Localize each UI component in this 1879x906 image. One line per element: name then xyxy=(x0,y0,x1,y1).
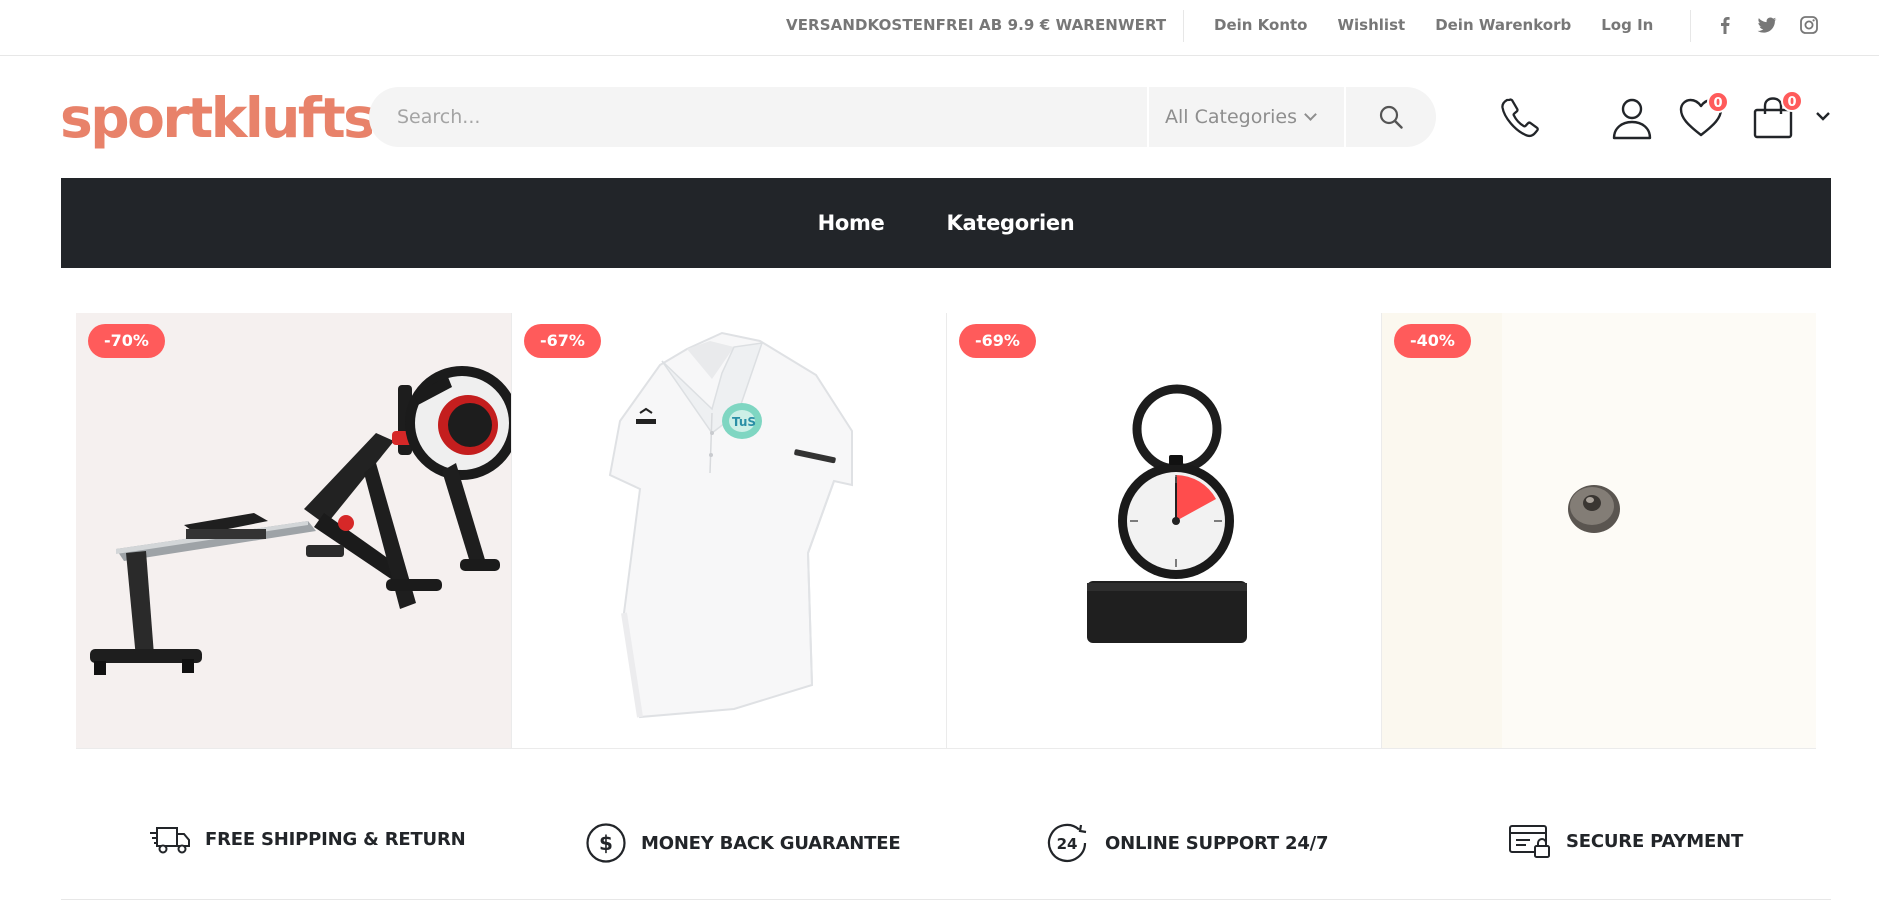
product-image-wrist-stopwatch[interactable] xyxy=(947,313,1381,748)
social-links xyxy=(1714,14,1820,36)
phone-icon[interactable] xyxy=(1498,95,1544,145)
cart-link[interactable]: Dein Warenkorb xyxy=(1435,16,1571,34)
divider xyxy=(1183,10,1184,42)
top-bar: VERSANDKOSTENFREI AB 9.9 € WARENWERT Dei… xyxy=(0,0,1879,56)
logo-text: sportkluftsh xyxy=(60,86,372,150)
service-label: MONEY BACK GUARANTEE xyxy=(641,832,901,854)
service-label: ONLINE SUPPORT 24/7 xyxy=(1105,832,1329,854)
product-image-rowing-machine[interactable] xyxy=(76,313,511,748)
service-item: FREE SHIPPING & RETURN xyxy=(149,822,466,856)
chevron-down-icon xyxy=(1304,107,1317,121)
divider xyxy=(1690,10,1691,42)
product-card[interactable]: -70% xyxy=(76,313,511,748)
nav-item-kategorien[interactable]: Kategorien xyxy=(947,211,1075,235)
service-label: SECURE PAYMENT xyxy=(1566,830,1744,852)
main-nav: Home Kategorien xyxy=(61,178,1831,268)
svg-text:$: $ xyxy=(599,831,613,855)
services-bar: FREE SHIPPING & RETURN $ MONEY BACK GUAR… xyxy=(61,810,1831,900)
wishlist-link[interactable]: Wishlist xyxy=(1338,16,1406,34)
twitter-icon[interactable] xyxy=(1756,14,1778,36)
discount-badge: -69% xyxy=(959,324,1036,358)
svg-text:24: 24 xyxy=(1057,835,1078,853)
secure-payment-icon xyxy=(1509,825,1550,858)
cart-dropdown-toggle[interactable] xyxy=(1814,108,1832,127)
service-item: 24 ONLINE SUPPORT 24/7 xyxy=(1047,822,1329,864)
discount-badge: -40% xyxy=(1394,324,1471,358)
category-select-value: All Categories xyxy=(1165,106,1298,128)
service-label: FREE SHIPPING & RETURN xyxy=(205,828,466,850)
cart-button[interactable]: 0 xyxy=(1752,90,1803,144)
search-input[interactable] xyxy=(369,87,1147,147)
truck-icon xyxy=(150,827,190,854)
user-icon[interactable] xyxy=(1610,96,1654,144)
account-links: Dein Konto Wishlist Dein Warenkorb Log I… xyxy=(1214,16,1653,34)
wishlist-count-badge: 0 xyxy=(1707,91,1729,113)
product-image-white-polo-shirt[interactable]: TuS xyxy=(512,313,946,748)
dollar-icon: $ xyxy=(586,823,626,863)
category-select[interactable]: All Categories xyxy=(1149,87,1344,147)
product-card[interactable]: -40% xyxy=(1381,313,1816,748)
facebook-icon[interactable] xyxy=(1714,14,1736,36)
product-card[interactable]: -69% xyxy=(946,313,1381,748)
product-grid: -70% -67% TuS -69% -40% xyxy=(76,313,1816,749)
chevron-down-icon xyxy=(1816,112,1830,121)
login-link[interactable]: Log In xyxy=(1601,16,1653,34)
search-button[interactable] xyxy=(1346,87,1436,147)
instagram-icon[interactable] xyxy=(1798,14,1820,36)
service-item: SECURE PAYMENT xyxy=(1508,822,1743,860)
support-24-icon: 24 xyxy=(1047,823,1087,863)
site-logo[interactable]: sportkluftsh xyxy=(60,82,372,154)
account-link[interactable]: Dein Konto xyxy=(1214,16,1308,34)
search-bar: All Categories xyxy=(369,87,1436,147)
wishlist-button[interactable]: 0 xyxy=(1678,91,1729,143)
service-item: $ MONEY BACK GUARANTEE xyxy=(585,822,901,864)
discount-badge: -70% xyxy=(88,324,165,358)
search-icon xyxy=(1379,105,1403,129)
discount-badge: -67% xyxy=(524,324,601,358)
product-card[interactable]: -67% TuS xyxy=(511,313,946,748)
product-image-small-round-part[interactable] xyxy=(1382,313,1816,748)
cart-count-badge: 0 xyxy=(1781,90,1803,112)
svg-text:TuS: TuS xyxy=(732,415,756,429)
nav-item-home[interactable]: Home xyxy=(818,211,885,235)
shipping-notice: VERSANDKOSTENFREI AB 9.9 € WARENWERT xyxy=(786,16,1167,34)
